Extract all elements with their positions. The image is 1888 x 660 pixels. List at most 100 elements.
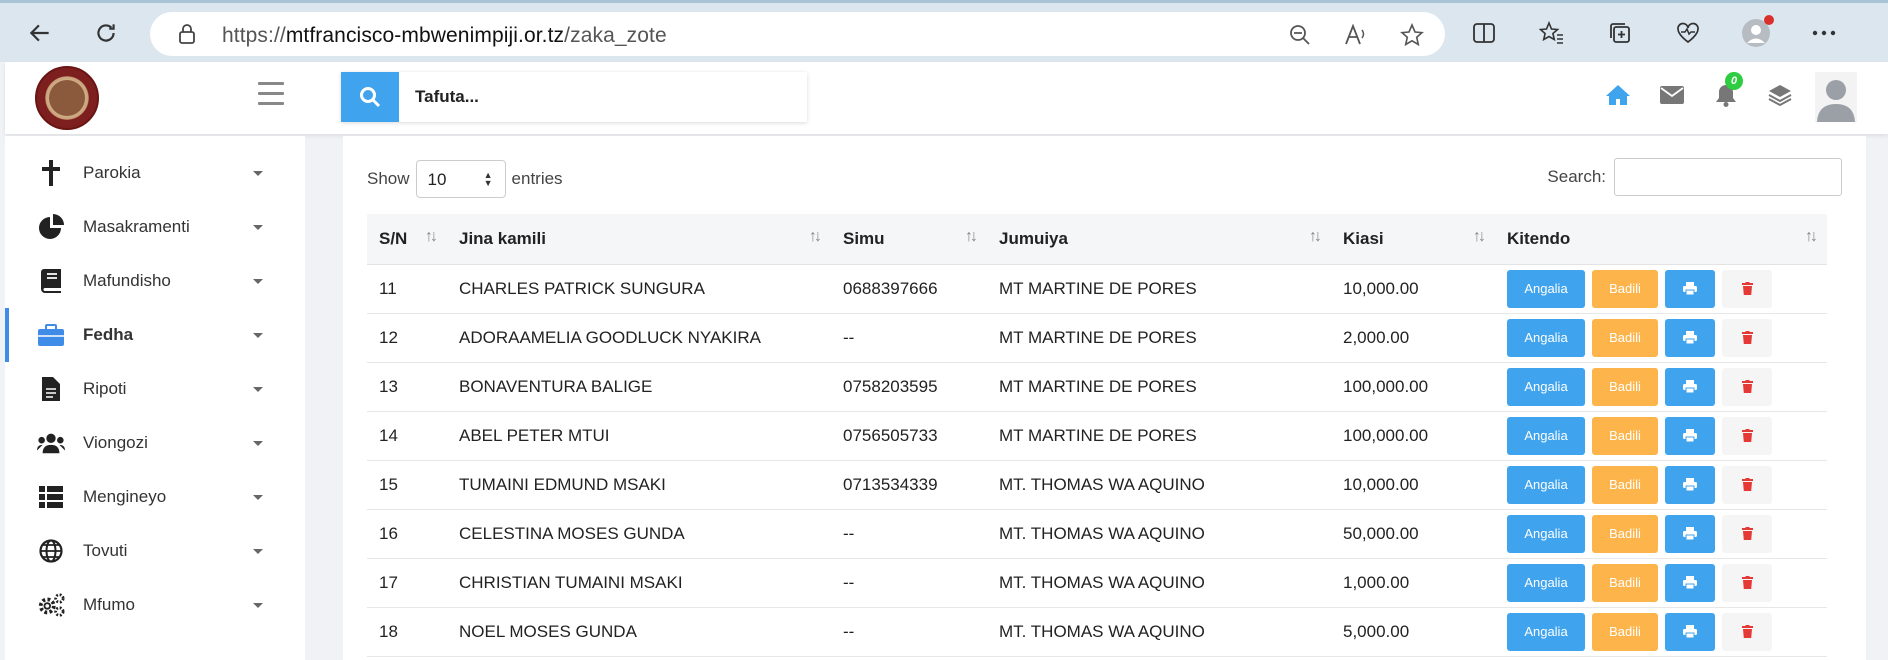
delete-button[interactable] [1722, 367, 1772, 406]
cell-jina-kamili: NOEL MOSES GUNDA [459, 621, 637, 641]
favorite-star-icon[interactable] [1399, 22, 1425, 48]
search-input[interactable] [399, 72, 799, 122]
cell-sn: 18 [379, 621, 398, 641]
home-icon[interactable] [1603, 80, 1633, 110]
edit-button[interactable]: Badili [1592, 514, 1658, 553]
view-button[interactable]: Angalia [1507, 318, 1585, 357]
sidebar-item-parokia[interactable]: Parokia [5, 146, 305, 200]
edit-button[interactable]: Badili [1592, 367, 1658, 406]
cell-jumuiya: MT MARTINE DE PORES [999, 327, 1197, 347]
sidebar-item-mengineyo[interactable]: Mengineyo [5, 470, 305, 524]
print-button[interactable] [1665, 416, 1715, 455]
column-header-kitendo[interactable]: Kitendo ↑↓ [1495, 214, 1827, 265]
table-search-input[interactable] [1614, 158, 1842, 196]
view-button[interactable]: Angalia [1507, 465, 1585, 504]
cell-sn: 13 [379, 376, 398, 396]
sidebar-item-fedha[interactable]: Fedha [5, 308, 305, 362]
sidebar-item-viongozi[interactable]: Viongozi [5, 416, 305, 470]
list-icon [37, 483, 65, 511]
view-button[interactable]: Angalia [1507, 514, 1585, 553]
parish-logo[interactable] [35, 66, 99, 130]
search-label: Search: [1547, 167, 1606, 186]
cell-kiasi: 1,000.00 [1343, 572, 1410, 592]
print-button[interactable] [1665, 612, 1715, 651]
column-header-sn[interactable]: S/N ↑↓ [367, 214, 447, 265]
briefcase-icon [37, 321, 65, 349]
layers-icon[interactable] [1765, 80, 1795, 110]
chevron-down-icon [253, 548, 263, 554]
print-icon [1683, 478, 1697, 491]
delete-button[interactable] [1722, 612, 1772, 651]
bell-icon[interactable]: 0 [1711, 72, 1743, 110]
sort-icon[interactable]: ↑↓ [809, 228, 822, 246]
menu-toggle-icon[interactable] [258, 82, 284, 112]
delete-button[interactable] [1722, 416, 1772, 455]
mail-icon[interactable] [1657, 80, 1687, 110]
collections-icon[interactable] [1604, 17, 1636, 49]
sort-icon[interactable]: ↑↓ [425, 228, 438, 246]
view-button[interactable]: Angalia [1507, 269, 1585, 308]
back-icon[interactable] [22, 15, 58, 51]
trash-icon [1741, 527, 1753, 540]
edit-button[interactable]: Badili [1592, 318, 1658, 357]
column-header-jumuiya[interactable]: Jumuiya ↑↓ [987, 214, 1331, 265]
column-header-jina-kamili[interactable]: Jina kamili ↑↓ [447, 214, 831, 265]
cell-sn: 11 [379, 278, 397, 298]
print-button[interactable] [1665, 318, 1715, 357]
trash-icon [1741, 380, 1753, 393]
view-button[interactable]: Angalia [1507, 416, 1585, 455]
delete-button[interactable] [1722, 269, 1772, 308]
view-button[interactable]: Angalia [1507, 612, 1585, 651]
read-aloud-icon[interactable] [1343, 22, 1369, 48]
entries-select[interactable]: 10 ▲ ▼ [415, 160, 506, 198]
lock-icon[interactable] [178, 23, 196, 50]
column-header-simu[interactable]: Simu ↑↓ [831, 214, 987, 265]
print-button[interactable] [1665, 563, 1715, 602]
edit-button[interactable]: Badili [1592, 563, 1658, 602]
print-icon [1683, 527, 1697, 540]
health-icon[interactable] [1672, 17, 1704, 49]
sidebar: Parokia Masakramenti Mafundisho Fedha Ri… [5, 136, 305, 660]
sort-icon[interactable]: ↑↓ [1473, 228, 1486, 246]
address-bar[interactable]: https://mtfrancisco-mbwenimpiji.or.tz/za… [150, 12, 1445, 56]
cell-jina-kamili: CHRISTIAN TUMAINI MSAKI [459, 572, 683, 592]
print-button[interactable] [1665, 514, 1715, 553]
view-button[interactable]: Angalia [1507, 563, 1585, 602]
cell-simu: -- [843, 327, 855, 347]
delete-button[interactable] [1722, 514, 1772, 553]
print-button[interactable] [1665, 269, 1715, 308]
delete-button[interactable] [1722, 318, 1772, 357]
cell-jina-kamili: CHARLES PATRICK SUNGURA [459, 278, 705, 298]
sort-icon[interactable]: ↑↓ [1309, 228, 1322, 246]
profile-avatar-icon[interactable] [1740, 15, 1774, 49]
column-header-kiasi[interactable]: Kiasi ↑↓ [1331, 214, 1495, 265]
user-avatar[interactable] [1815, 72, 1857, 122]
sidebar-item-tovuti[interactable]: Tovuti [5, 524, 305, 578]
more-menu-icon[interactable] [1808, 17, 1840, 49]
entries-select-value: 10 [427, 170, 447, 189]
favorites-icon[interactable] [1536, 17, 1568, 49]
zoom-out-icon[interactable] [1287, 22, 1313, 48]
edit-button[interactable]: Badili [1592, 612, 1658, 651]
sidebar-item-masakramenti[interactable]: Masakramenti [5, 200, 305, 254]
chevron-down-icon [253, 170, 263, 176]
sort-icon[interactable]: ↑↓ [965, 228, 978, 246]
print-button[interactable] [1665, 465, 1715, 504]
sidebar-item-mfumo[interactable]: Mfumo [5, 578, 305, 632]
search-icon[interactable] [341, 72, 399, 122]
view-button[interactable]: Angalia [1507, 367, 1585, 406]
cell-simu: -- [843, 572, 855, 592]
delete-button[interactable] [1722, 563, 1772, 602]
url-text[interactable]: https://mtfrancisco-mbwenimpiji.or.tz/za… [222, 24, 667, 48]
split-screen-icon[interactable] [1468, 17, 1500, 49]
sidebar-item-mafundisho[interactable]: Mafundisho [5, 254, 305, 308]
sort-icon[interactable]: ↑↓ [1805, 228, 1818, 246]
globe-icon [37, 537, 65, 565]
edit-button[interactable]: Badili [1592, 416, 1658, 455]
delete-button[interactable] [1722, 465, 1772, 504]
edit-button[interactable]: Badili [1592, 465, 1658, 504]
refresh-icon[interactable] [88, 15, 124, 51]
sidebar-item-ripoti[interactable]: Ripoti [5, 362, 305, 416]
print-button[interactable] [1665, 367, 1715, 406]
edit-button[interactable]: Badili [1592, 269, 1658, 308]
